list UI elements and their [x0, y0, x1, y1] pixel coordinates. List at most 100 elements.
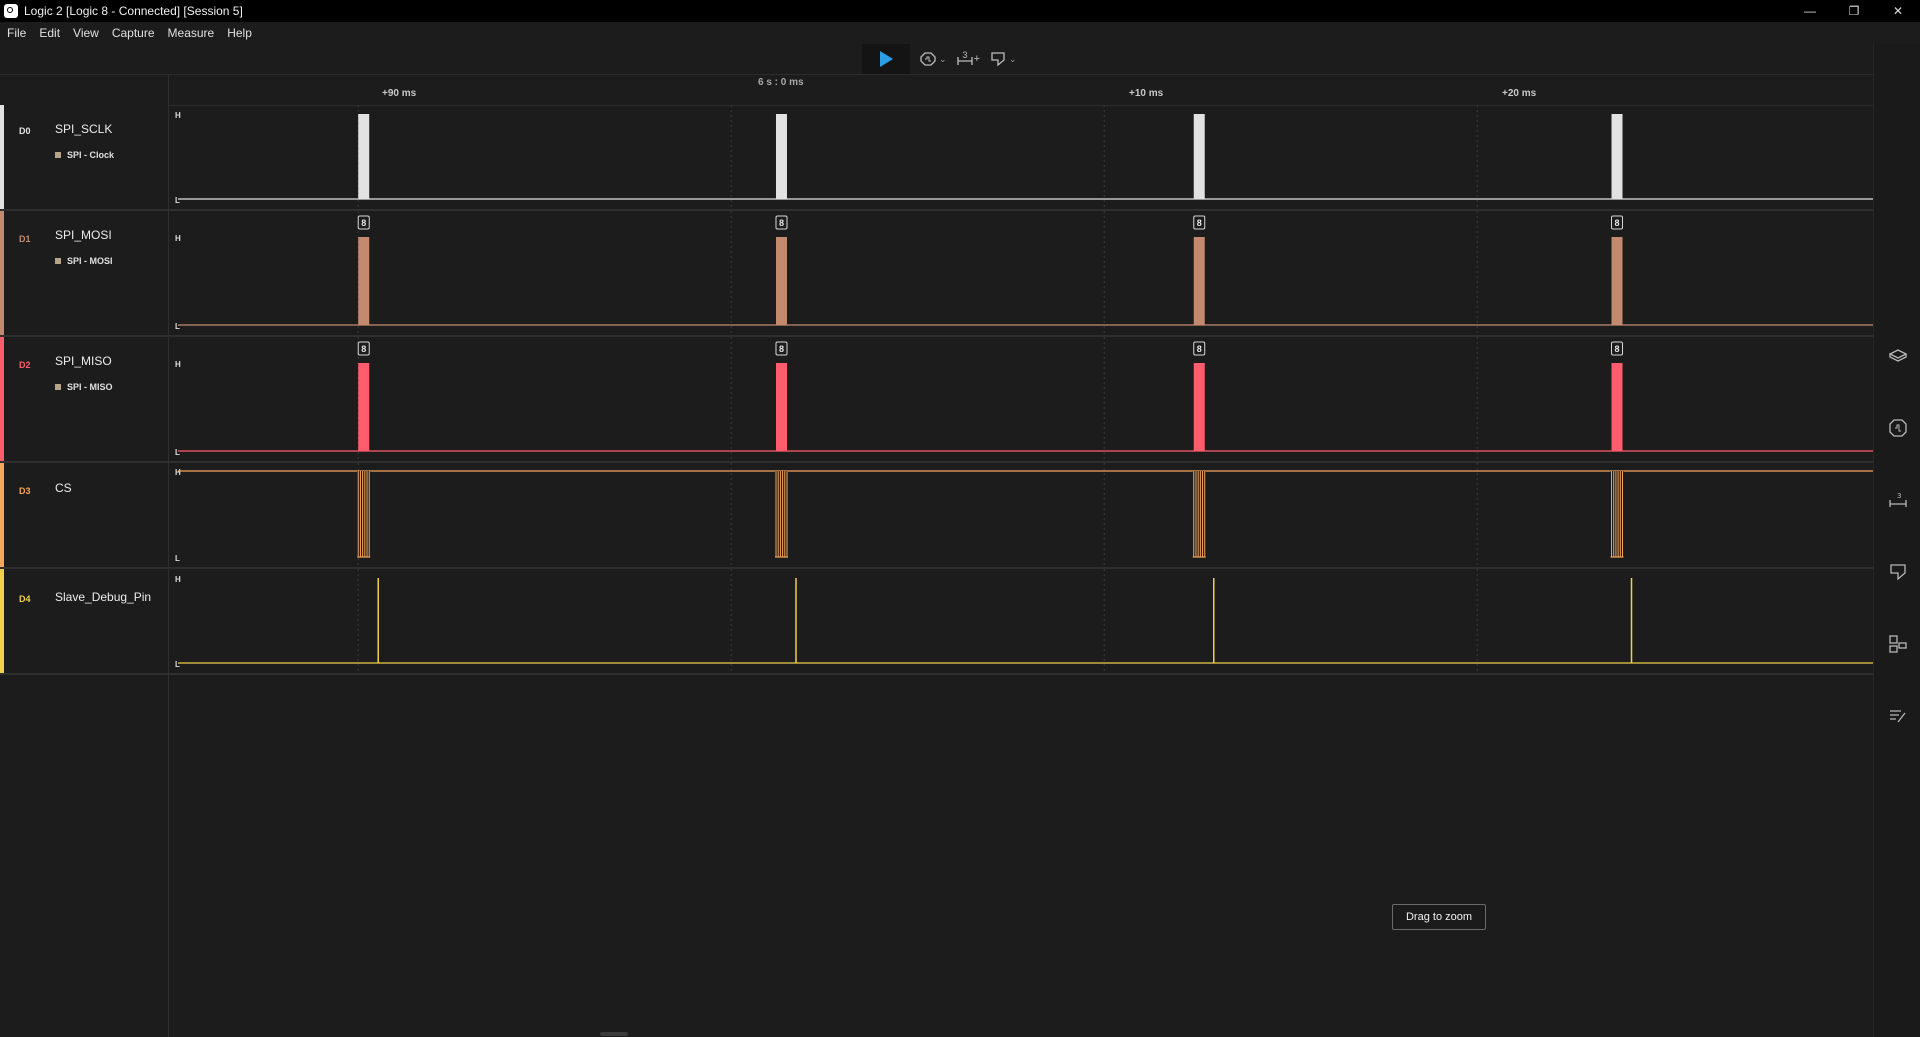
- channel-row[interactable]: D4 Slave_Debug_Pin HL: [0, 569, 1873, 675]
- analyzers-icon[interactable]: [1888, 346, 1908, 366]
- ruler-tick-label: +90 ms: [382, 88, 417, 99]
- byte-marker-label: 8: [361, 218, 366, 228]
- level-high-label: H: [175, 468, 181, 477]
- level-high-label: H: [175, 575, 181, 584]
- note-button[interactable]: ⌄: [990, 51, 1017, 67]
- channel-id: D1: [19, 234, 31, 244]
- right-sidebar: 3: [1873, 44, 1920, 1037]
- byte-marker-label: 8: [1197, 218, 1202, 228]
- waveform[interactable]: HL: [168, 569, 1873, 673]
- time-ruler[interactable]: +90 ms 6 s : 0 ms +10 ms +20 ms: [168, 75, 1873, 106]
- drag-to-zoom-tooltip: Drag to zoom: [1392, 904, 1486, 930]
- timing-markers-icon[interactable]: 3: [1888, 490, 1908, 510]
- analyzer-color-swatch: [55, 384, 61, 390]
- analyzer-tag[interactable]: SPI - MOSI: [55, 256, 113, 266]
- signal-burst: [775, 114, 787, 199]
- menu-view[interactable]: View: [66, 26, 105, 40]
- analyzer-tag[interactable]: SPI - MISO: [55, 382, 113, 392]
- chevron-down-icon: ⌄: [939, 53, 947, 64]
- ruler-tick-label: +20 ms: [1502, 88, 1537, 99]
- waveform[interactable]: H L 8 8 8 8: [168, 211, 1873, 335]
- channel-row[interactable]: D0 SPI_SCLK SPI - Clock HL: [0, 105, 1873, 211]
- waveform[interactable]: HL: [168, 105, 1873, 209]
- timing-marker-count: 3: [962, 50, 968, 60]
- channel-row[interactable]: D3 CS HL: [0, 463, 1873, 569]
- menu-edit[interactable]: Edit: [32, 26, 66, 40]
- start-capture-button[interactable]: [862, 44, 910, 74]
- signal-burst: [358, 237, 370, 325]
- channel-id: D2: [19, 360, 31, 370]
- byte-marker-label: 8: [1615, 218, 1620, 228]
- signal-burst: [358, 363, 370, 451]
- restore-button[interactable]: ❐: [1832, 0, 1876, 22]
- capture-toolbar: ⌄ 3 + ⌄: [862, 44, 1050, 74]
- title-bar: Logic 2 [Logic 8 - Connected] [Session 5…: [0, 0, 1920, 22]
- analyzer-label: SPI - MOSI: [67, 256, 113, 266]
- channel-color-strip: [0, 569, 4, 673]
- waveform[interactable]: H L 8 8 8 8: [168, 337, 1873, 461]
- channel-id: D4: [19, 594, 31, 604]
- signal-burst: [775, 237, 787, 325]
- byte-marker-label: 8: [1197, 344, 1202, 354]
- channel-name[interactable]: SPI_MISO: [55, 354, 112, 368]
- window-title: Logic 2 [Logic 8 - Connected] [Session 5…: [24, 4, 243, 18]
- signal-burst: [1611, 363, 1623, 451]
- cs-low-pulse: [1192, 471, 1206, 557]
- signal-burst: [1193, 237, 1205, 325]
- channel-name[interactable]: SPI_SCLK: [55, 122, 112, 136]
- annotations-icon[interactable]: [1888, 706, 1908, 726]
- cs-low-pulse: [1610, 471, 1624, 557]
- extensions-icon[interactable]: [1888, 418, 1908, 438]
- signal-burst: [1611, 237, 1623, 325]
- cs-low-pulse: [357, 471, 371, 557]
- menu-measure[interactable]: Measure: [161, 26, 221, 40]
- trigger-icon: [920, 52, 936, 66]
- byte-marker-label: 8: [1615, 344, 1620, 354]
- menu-capture[interactable]: Capture: [105, 26, 161, 40]
- chevron-down-icon: ⌄: [1009, 53, 1017, 64]
- byte-marker-label: 8: [779, 218, 784, 228]
- signal-burst: [358, 114, 370, 199]
- timing-marker-button[interactable]: 3 +: [956, 50, 980, 67]
- channel-name[interactable]: Slave_Debug_Pin: [55, 590, 151, 604]
- signal-burst: [1193, 363, 1205, 451]
- note-icon: [991, 52, 1005, 67]
- channel-row[interactable]: D2 SPI_MISO SPI - MISO H L 8 8 8 8: [0, 337, 1873, 463]
- channel-name[interactable]: CS: [55, 481, 72, 495]
- level-low-label: L: [175, 448, 180, 457]
- byte-marker-label: 8: [361, 344, 366, 354]
- menu-help[interactable]: Help: [220, 26, 258, 40]
- level-low-label: L: [175, 196, 180, 205]
- cs-low-pulse: [774, 471, 788, 557]
- analyzer-label: SPI - Clock: [67, 150, 115, 160]
- ruler-tick-label: 6 s : 0 ms: [758, 77, 804, 88]
- signal-burst: [775, 363, 787, 451]
- menu-file[interactable]: File: [0, 26, 32, 40]
- level-low-label: L: [175, 660, 180, 669]
- channel-color-strip: [0, 105, 4, 209]
- close-button[interactable]: ✕: [1876, 0, 1920, 22]
- horizontal-scrollbar[interactable]: [600, 1032, 628, 1036]
- channel-row[interactable]: D1 SPI_MOSI SPI - MOSI H L 8 8 8 8: [0, 211, 1873, 337]
- channel-id: D3: [19, 486, 31, 496]
- level-low-label: L: [175, 322, 180, 331]
- channel-name[interactable]: SPI_MOSI: [55, 228, 112, 242]
- signal-burst: [1193, 114, 1205, 199]
- minimize-button[interactable]: —: [1788, 0, 1832, 22]
- analyzer-tag[interactable]: SPI - Clock: [55, 150, 114, 160]
- channel-color-strip: [0, 463, 4, 567]
- device-icon[interactable]: [1888, 634, 1908, 654]
- timing-marker-add: +: [973, 53, 980, 65]
- analyzer-color-swatch: [55, 152, 61, 158]
- notes-icon[interactable]: [1888, 562, 1908, 582]
- play-icon: [880, 51, 893, 67]
- channel-id: D0: [19, 126, 31, 136]
- level-high-label: H: [175, 234, 181, 243]
- window-controls: — ❐ ✕: [1788, 0, 1920, 22]
- byte-marker-label: 8: [779, 344, 784, 354]
- level-high-label: H: [175, 111, 181, 120]
- trigger-button[interactable]: ⌄: [920, 51, 947, 67]
- channel-color-strip: [0, 337, 4, 461]
- waveform[interactable]: HL: [168, 463, 1873, 567]
- analyzer-color-swatch: [55, 258, 61, 264]
